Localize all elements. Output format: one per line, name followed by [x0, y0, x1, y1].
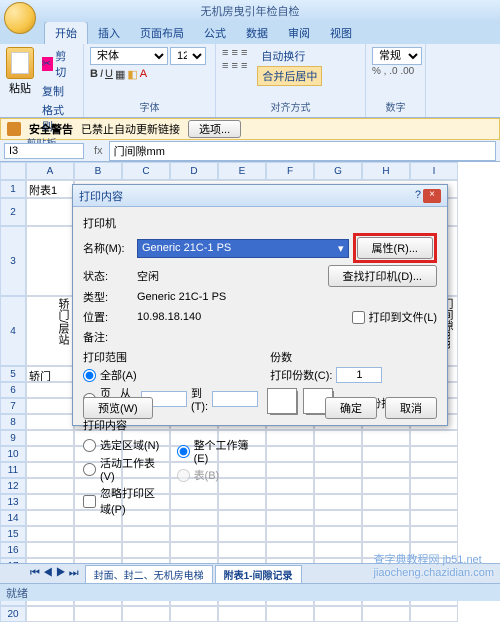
- tab-view[interactable]: 视图: [320, 22, 362, 44]
- print-selection-radio[interactable]: [83, 439, 96, 452]
- range-all-radio[interactable]: [83, 369, 96, 382]
- title-bar: 无机房曳引年检自检: [0, 0, 500, 22]
- tab-layout[interactable]: 页面布局: [130, 22, 194, 44]
- col-a[interactable]: A: [26, 162, 74, 180]
- printer-section-label: 打印机: [83, 215, 437, 231]
- print-dialog: 打印内容 ? × 打印机 名称(M): Generic 21C-1 PS▾ 属性…: [72, 184, 448, 426]
- border-button[interactable]: ▦: [115, 68, 125, 81]
- col-c[interactable]: C: [122, 162, 170, 180]
- group-font-label: 字体: [90, 99, 209, 114]
- col-h[interactable]: H: [362, 162, 410, 180]
- merge-center-button[interactable]: 合并后居中: [257, 66, 322, 86]
- print-workbook-radio[interactable]: [177, 445, 190, 458]
- font-color-button[interactable]: A: [140, 68, 147, 81]
- copy-button[interactable]: 复制: [38, 82, 77, 100]
- cancel-button[interactable]: 取消: [385, 397, 437, 419]
- italic-button[interactable]: I: [100, 68, 103, 81]
- print-table-radio: [177, 469, 190, 482]
- copies-input[interactable]: [336, 367, 382, 383]
- find-printer-button[interactable]: 查找打印机(D)...: [328, 265, 437, 287]
- col-i[interactable]: I: [410, 162, 458, 180]
- col-d[interactable]: D: [170, 162, 218, 180]
- sheet-tab-2[interactable]: 附表1-间隙记录: [215, 565, 302, 583]
- dialog-help-icon[interactable]: ?: [415, 189, 421, 203]
- select-all-corner[interactable]: [0, 162, 26, 180]
- dialog-close-button[interactable]: ×: [423, 189, 441, 203]
- col-g[interactable]: G: [314, 162, 362, 180]
- ribbon: 粘贴 ✂剪切 复制 格式刷 剪贴板 宋体 12 B I U ▦ ◧ A: [0, 44, 500, 118]
- group-align-label: 对齐方式: [222, 99, 359, 114]
- tab-insert[interactable]: 插入: [88, 22, 130, 44]
- cut-button[interactable]: ✂剪切: [38, 47, 77, 81]
- tab-home[interactable]: 开始: [44, 21, 88, 44]
- office-orb[interactable]: [4, 2, 36, 34]
- col-b[interactable]: B: [74, 162, 122, 180]
- ok-button[interactable]: 确定: [325, 397, 377, 419]
- paste-label: 粘贴: [9, 80, 31, 96]
- formula-bar: I3 fx 门间隙mm: [0, 140, 500, 162]
- name-box[interactable]: I3: [4, 143, 84, 159]
- status-bar: 就绪: [0, 583, 500, 601]
- dialog-title: 打印内容: [79, 188, 123, 204]
- sheet-nav-icon[interactable]: ⏮ ◀ ▶ ⏭: [30, 567, 79, 580]
- sheet-tab-1[interactable]: 封面、封二、无机房电梯: [85, 565, 213, 583]
- printer-properties-button[interactable]: 属性(R)...: [357, 237, 433, 259]
- wrap-text-button[interactable]: 自动换行: [257, 47, 322, 65]
- printer-name-combo[interactable]: Generic 21C-1 PS▾: [137, 239, 349, 258]
- watermark: 查字典教程网 jb51.net jiaocheng.chazidian.com: [374, 551, 494, 579]
- col-e[interactable]: E: [218, 162, 266, 180]
- group-number-label: 数字: [372, 99, 419, 114]
- fx-icon[interactable]: fx: [88, 145, 109, 157]
- font-size[interactable]: 12: [170, 47, 206, 65]
- tab-review[interactable]: 审阅: [278, 22, 320, 44]
- warn-msg: 已禁止自动更新链接: [81, 121, 180, 137]
- font-name[interactable]: 宋体: [90, 47, 168, 65]
- number-format[interactable]: 常规: [372, 47, 422, 65]
- shield-icon: [7, 122, 21, 136]
- underline-button[interactable]: U: [105, 68, 113, 81]
- warn-options-button[interactable]: 选项...: [188, 120, 241, 138]
- warn-label: 安全警告: [29, 121, 73, 137]
- tab-formula[interactable]: 公式: [194, 22, 236, 44]
- preview-button[interactable]: 预览(W): [83, 397, 153, 419]
- fill-button[interactable]: ◧: [127, 68, 137, 81]
- ignore-print-area-checkbox[interactable]: [83, 495, 96, 508]
- formula-input[interactable]: 门间隙mm: [109, 141, 496, 161]
- print-active-radio[interactable]: [83, 463, 96, 476]
- ribbon-tabs: 开始 插入 页面布局 公式 数据 审阅 视图: [0, 22, 500, 44]
- col-f[interactable]: F: [266, 162, 314, 180]
- status-text: 就绪: [6, 585, 28, 601]
- paste-icon[interactable]: [6, 47, 34, 79]
- print-to-file-checkbox[interactable]: [352, 311, 365, 324]
- tab-data[interactable]: 数据: [236, 22, 278, 44]
- window-title: 无机房曳引年检自检: [6, 3, 494, 19]
- bold-button[interactable]: B: [90, 68, 98, 81]
